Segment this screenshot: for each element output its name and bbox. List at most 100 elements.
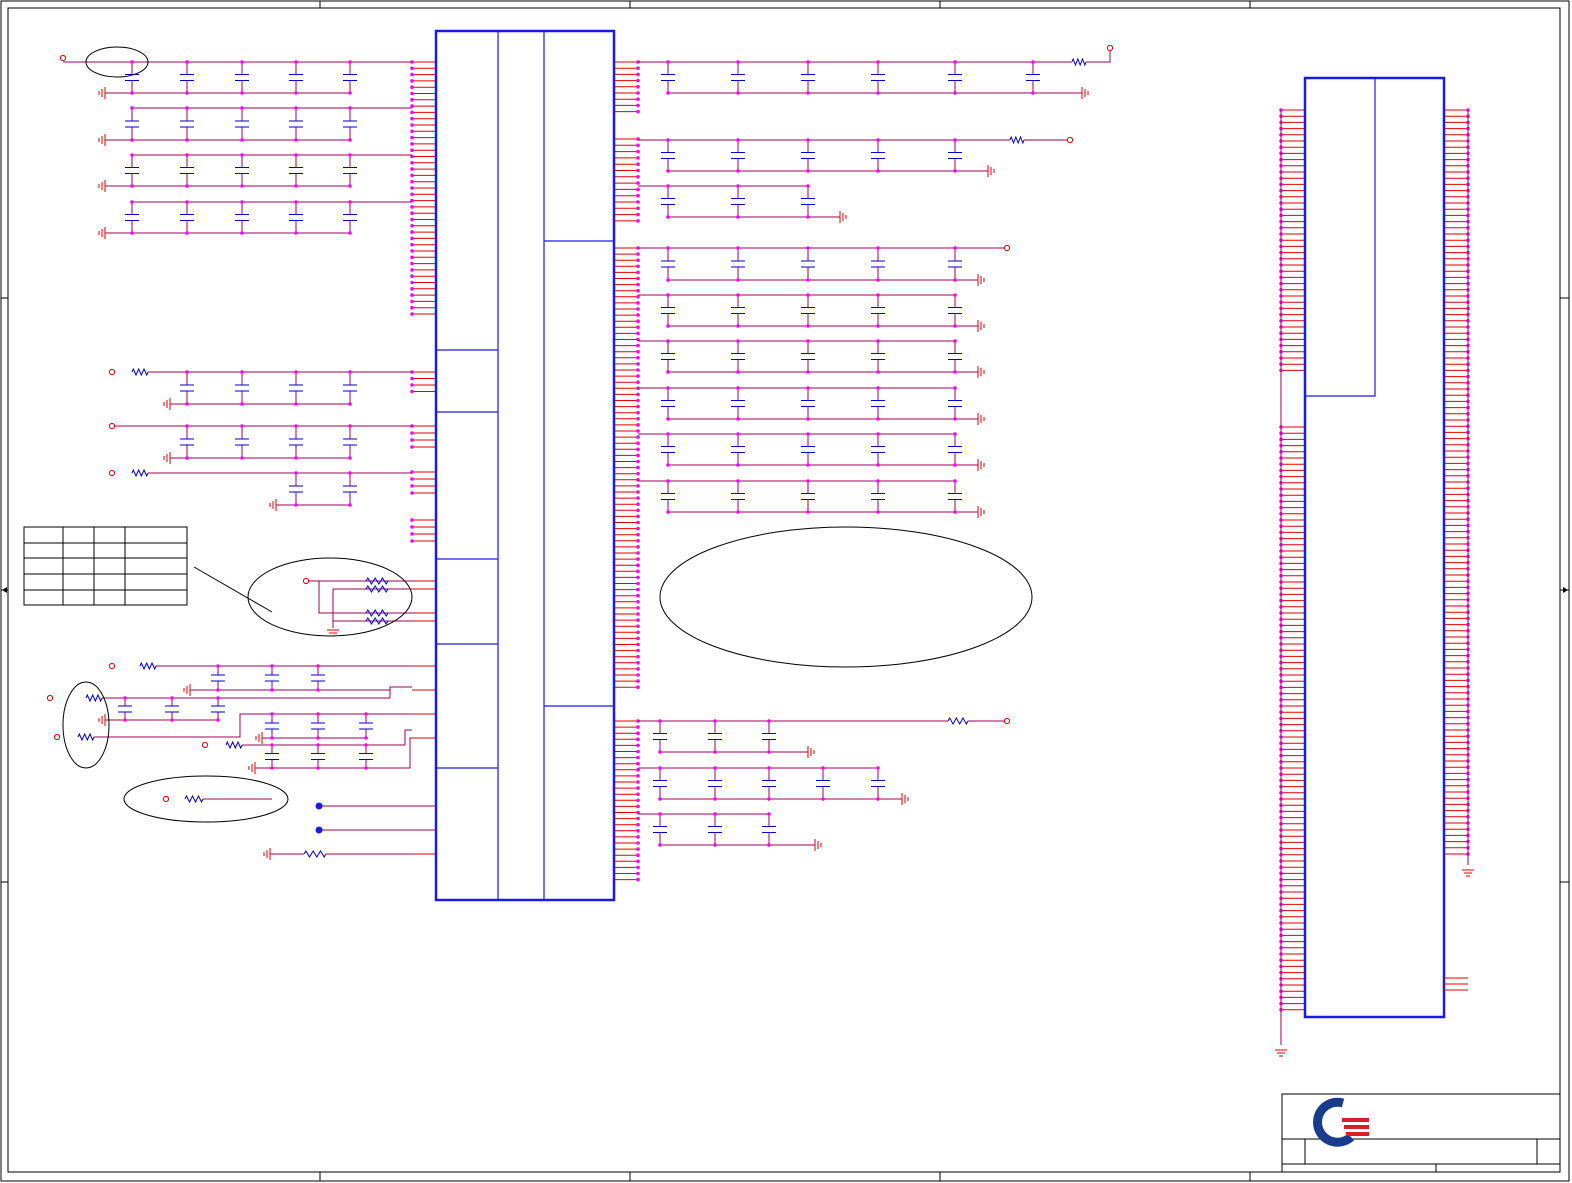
junction-node xyxy=(953,510,957,514)
junction-node xyxy=(240,60,244,64)
junction-node xyxy=(767,719,771,723)
ground-icon xyxy=(255,732,263,744)
junction-node xyxy=(410,123,414,127)
config-table xyxy=(23,526,188,606)
junction-node xyxy=(410,104,414,108)
capacitor xyxy=(871,432,885,467)
capacitor xyxy=(118,696,132,722)
junction-node xyxy=(636,187,640,192)
junction-node xyxy=(130,200,134,204)
junction-node xyxy=(736,91,740,95)
junction-node xyxy=(953,278,957,282)
junction-node xyxy=(636,301,640,305)
junction-node xyxy=(410,110,414,115)
junction-node xyxy=(636,288,640,293)
junction-node xyxy=(410,383,414,387)
capacitor xyxy=(731,246,745,282)
junction-node xyxy=(636,97,640,101)
junction-node xyxy=(636,282,640,287)
junction-node xyxy=(636,471,640,476)
capacitor xyxy=(661,432,675,467)
capacitor xyxy=(265,664,279,692)
junction-node xyxy=(636,545,640,549)
junction-node xyxy=(316,688,320,692)
junction-node xyxy=(636,156,640,160)
junction-node xyxy=(294,402,298,406)
capacitor xyxy=(311,712,325,740)
junction-node xyxy=(294,471,298,475)
junction-node xyxy=(636,761,640,766)
junction-node xyxy=(636,465,640,470)
junction-node xyxy=(806,479,810,483)
junction-node xyxy=(636,410,640,415)
junction-node xyxy=(636,569,640,574)
ground-icon xyxy=(977,506,985,518)
capacitor xyxy=(180,153,194,188)
junction-node xyxy=(666,510,670,514)
junction-node xyxy=(348,402,352,406)
junction-node xyxy=(410,129,414,134)
junction-node xyxy=(806,138,810,142)
ground-icon xyxy=(269,499,277,511)
junction-node xyxy=(185,424,189,428)
junction-node xyxy=(364,712,368,716)
junction-node xyxy=(410,255,414,260)
junction-node xyxy=(216,696,220,700)
capacitor xyxy=(125,153,139,188)
zone-arrow-left xyxy=(2,587,7,593)
junction-node xyxy=(636,368,640,372)
junction-node xyxy=(410,161,414,165)
junction-node xyxy=(410,525,414,529)
zone-arrow-right xyxy=(1563,587,1568,593)
capacitor xyxy=(661,184,675,219)
net-port xyxy=(108,422,116,430)
junction-node xyxy=(294,153,298,157)
capacitor xyxy=(871,293,885,328)
ground-symbols xyxy=(98,87,1474,1057)
capacitor xyxy=(343,106,357,142)
capacitor xyxy=(343,370,357,406)
junction-node xyxy=(636,642,640,647)
junction-node xyxy=(410,389,414,394)
junction-node xyxy=(410,186,414,190)
junction-node xyxy=(240,231,244,235)
resistor xyxy=(1009,135,1025,145)
junction-node xyxy=(636,307,640,311)
junction-node xyxy=(185,370,189,374)
junction-node xyxy=(410,261,414,266)
junction-node xyxy=(348,231,352,235)
junction-node xyxy=(348,184,352,188)
ground-icon xyxy=(98,180,106,192)
junction-node xyxy=(658,719,662,723)
resistor xyxy=(225,740,243,750)
junction-node xyxy=(364,766,368,770)
junction-node xyxy=(636,417,640,421)
junction-node xyxy=(240,138,244,142)
junction-node xyxy=(876,138,880,142)
junction-node xyxy=(953,386,957,390)
capacitor xyxy=(359,743,373,770)
junction-node xyxy=(736,293,740,297)
junction-node xyxy=(130,60,134,64)
junction-node xyxy=(636,606,640,610)
junction-node xyxy=(185,60,189,64)
junction-node xyxy=(666,293,670,297)
junction-node xyxy=(666,169,670,173)
capacitor xyxy=(948,138,962,173)
ground-icon xyxy=(1081,87,1089,99)
junction-node xyxy=(806,370,810,374)
junction-node xyxy=(658,843,662,847)
capacitor xyxy=(211,664,225,692)
junction-node xyxy=(185,184,189,188)
junction-node xyxy=(806,417,810,421)
junction-node xyxy=(736,246,740,250)
net-port xyxy=(1003,717,1011,725)
junction-node xyxy=(666,215,670,219)
junction-node xyxy=(410,91,414,96)
junction-node xyxy=(767,750,771,754)
junction-node xyxy=(410,532,414,536)
junction-node xyxy=(636,575,640,580)
capacitor xyxy=(731,339,745,374)
junction-node xyxy=(636,404,640,409)
junction-node xyxy=(806,386,810,390)
